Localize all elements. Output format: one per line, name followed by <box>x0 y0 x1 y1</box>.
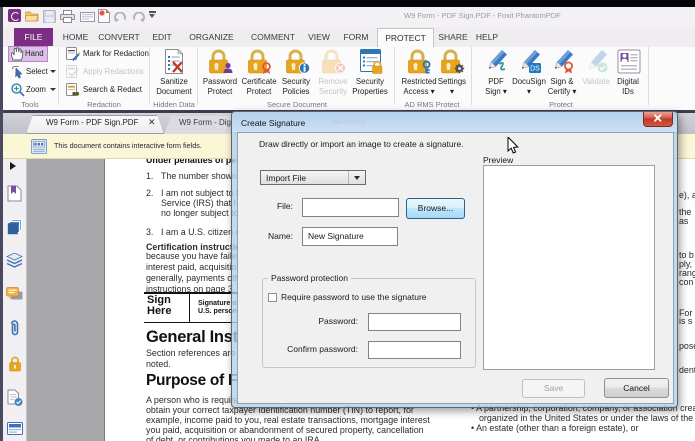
svg-text:DS: DS <box>530 66 540 73</box>
